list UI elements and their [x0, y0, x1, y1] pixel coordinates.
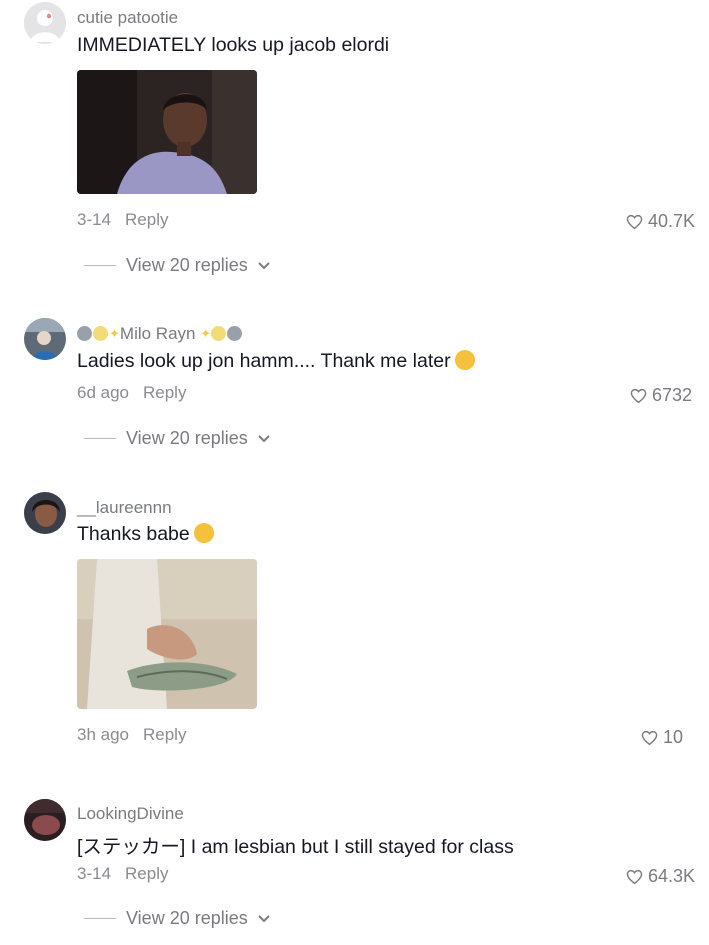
comment-text: Thanks babe [77, 523, 214, 546]
like-button[interactable]: 64.3K [626, 866, 695, 887]
comment-text: [ステッカー] I am lesbian but I still stayed … [77, 836, 514, 858]
reply-button[interactable]: Reply [125, 864, 168, 883]
comment-username[interactable]: cutie patootie [77, 8, 178, 28]
avatar[interactable] [24, 318, 66, 360]
reply-button[interactable]: Reply [143, 725, 186, 744]
avatar[interactable] [24, 492, 66, 534]
chevron-down-icon [258, 261, 270, 269]
grey-circle-icon [77, 326, 92, 341]
man-smiling-image [77, 70, 257, 194]
username-text: Milo Rayn [119, 324, 196, 343]
comment-meta: 6d ago Reply [77, 383, 186, 403]
view-replies-button[interactable]: View 20 replies [84, 908, 270, 929]
like-count: 10 [663, 727, 684, 747]
comment-text: IMMEDIATELY looks up jacob elordi [77, 34, 390, 56]
comment-text: Ladies look up jon hamm.... Thank me lat… [77, 350, 475, 373]
heart-icon [630, 388, 647, 403]
yellow-circle-icon [211, 326, 227, 341]
grey-circle-icon [227, 326, 243, 341]
like-count: 64.3K [648, 866, 696, 886]
default-avatar-icon [24, 2, 66, 44]
comment-date: 6d ago [77, 383, 129, 402]
like-count: 6732 [652, 385, 693, 405]
chevron-down-icon [258, 914, 270, 922]
view-replies-label: View 20 replies [126, 428, 248, 448]
comment-date: 3-14 [77, 864, 112, 883]
divider-line [84, 438, 116, 439]
comment-gif[interactable] [77, 559, 257, 709]
comment-username[interactable]: LookingDivine [77, 804, 184, 824]
view-replies-button[interactable]: View 20 replies [84, 255, 270, 276]
user-photo-icon [24, 492, 66, 534]
comment-username[interactable]: __laureennn [77, 498, 172, 518]
reply-button[interactable]: Reply [143, 383, 186, 402]
avatar[interactable] [24, 2, 66, 44]
reply-button[interactable]: Reply [125, 210, 168, 229]
view-replies-label: View 20 replies [126, 255, 248, 275]
like-button[interactable]: 6732 [630, 385, 692, 406]
face-blowing-kiss-emoji-icon [193, 523, 214, 543]
like-count: 40.7K [648, 211, 696, 231]
chevron-down-icon [258, 434, 270, 442]
sparkles-icon: ✦ [200, 326, 212, 341]
comment-meta: 3-14 Reply [77, 210, 169, 230]
comment-meta: 3-14 Reply [77, 864, 169, 884]
view-replies-label: View 20 replies [126, 908, 248, 928]
comment-date: 3-14 [77, 210, 112, 229]
divider-line [84, 265, 116, 266]
relieved-face-emoji-icon [454, 350, 475, 370]
user-photo-icon [24, 799, 66, 841]
user-photo-icon [24, 318, 66, 360]
comment-date: 3h ago [77, 725, 129, 744]
sparkles-icon: ✦ [109, 326, 120, 341]
like-button[interactable]: 10 [641, 727, 683, 748]
comment-gif[interactable] [77, 70, 257, 194]
heart-icon [641, 730, 658, 745]
avatar[interactable] [24, 799, 66, 841]
divider-line [84, 918, 116, 919]
hand-with-money-image [77, 559, 257, 709]
like-button[interactable]: 40.7K [626, 211, 695, 232]
heart-icon [626, 869, 643, 884]
yellow-circle-icon [93, 326, 108, 341]
comment-text-content: Ladies look up jon hamm.... Thank me lat… [77, 350, 451, 372]
comment-text-content: Thanks babe [77, 523, 190, 545]
comment-meta: 3h ago Reply [77, 725, 186, 745]
heart-icon [626, 214, 643, 229]
view-replies-button[interactable]: View 20 replies [84, 428, 270, 449]
comment-username[interactable]: ✦Milo Rayn ✦ [77, 324, 243, 344]
